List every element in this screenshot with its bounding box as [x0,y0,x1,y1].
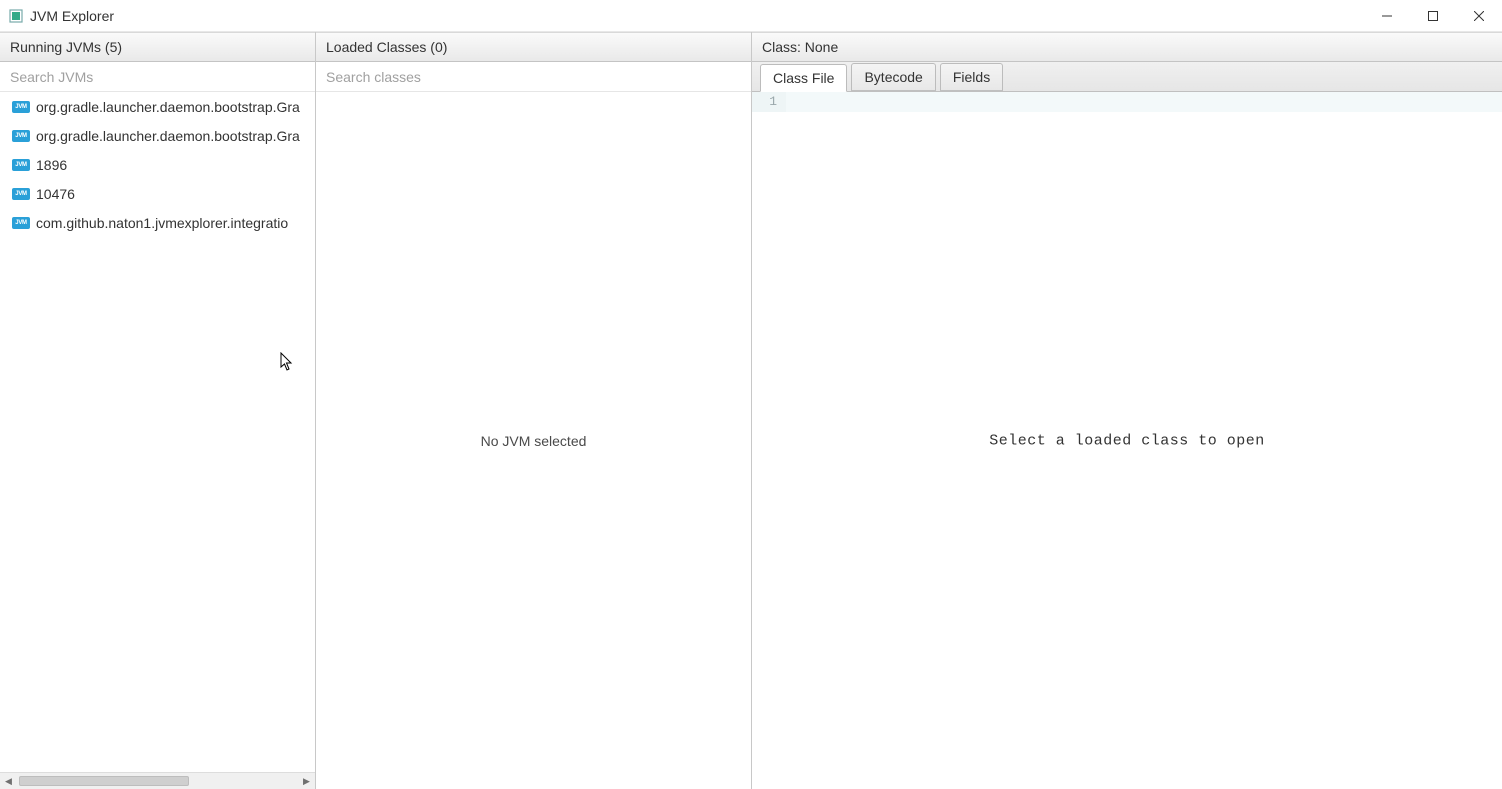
jvm-icon: JVM [12,188,30,200]
tab-fields[interactable]: Fields [940,63,1003,91]
line-number-gutter: 1 [752,92,786,112]
app-icon [8,8,24,24]
detail-panel: Class: None Class File Bytecode Fields 1… [752,32,1502,789]
close-button[interactable] [1456,0,1502,32]
jvm-list-item[interactable]: JVM 1896 [0,150,315,179]
minimize-button[interactable] [1364,0,1410,32]
classes-search-box [316,62,751,92]
jvm-item-label: 1896 [36,157,67,173]
jvm-item-label: 10476 [36,186,75,202]
jvm-item-label: org.gradle.launcher.daemon.bootstrap.Gra [36,99,300,115]
code-area[interactable]: 1 Select a loaded class to open [752,92,1502,789]
jvm-icon: JVM [12,101,30,113]
jvm-list-item[interactable]: JVM com.github.naton1.jvmexplorer.integr… [0,208,315,237]
detail-tab-bar: Class File Bytecode Fields [752,62,1502,92]
scroll-left-button[interactable]: ◀ [0,773,17,789]
window-title: JVM Explorer [30,8,114,24]
jvms-panel: Running JVMs (5) JVM org.gradle.launcher… [0,32,316,789]
classes-panel-header: Loaded Classes (0) [316,32,751,62]
jvms-list[interactable]: JVM org.gradle.launcher.daemon.bootstrap… [0,92,315,772]
jvms-horizontal-scrollbar[interactable]: ◀ ▶ [0,772,315,789]
main-layout: Running JVMs (5) JVM org.gradle.launcher… [0,32,1502,789]
tab-class-file[interactable]: Class File [760,64,847,92]
current-line-highlight [786,92,1502,112]
scroll-thumb[interactable] [19,776,189,786]
jvm-icon: JVM [12,130,30,142]
search-classes-input[interactable] [316,62,751,91]
cursor-icon [280,352,294,375]
detail-panel-header: Class: None [752,32,1502,62]
jvm-list-item[interactable]: JVM org.gradle.launcher.daemon.bootstrap… [0,121,315,150]
tab-bytecode[interactable]: Bytecode [851,63,935,91]
classes-empty-text: No JVM selected [481,433,587,449]
classes-empty-state: No JVM selected [316,92,751,789]
titlebar: JVM Explorer [0,0,1502,32]
jvm-item-label: org.gradle.launcher.daemon.bootstrap.Gra [36,128,300,144]
jvm-icon: JVM [12,217,30,229]
jvm-icon: JVM [12,159,30,171]
jvms-panel-header: Running JVMs (5) [0,32,315,62]
scroll-track[interactable] [17,773,298,789]
maximize-button[interactable] [1410,0,1456,32]
jvm-list-item[interactable]: JVM org.gradle.launcher.daemon.bootstrap… [0,92,315,121]
search-jvms-input[interactable] [0,62,315,91]
jvm-list-item[interactable]: JVM 10476 [0,179,315,208]
jvm-item-label: com.github.naton1.jvmexplorer.integratio [36,215,288,231]
jvms-search-box [0,62,315,92]
classes-panel: Loaded Classes (0) No JVM selected [316,32,752,789]
code-empty-placeholder: Select a loaded class to open [989,432,1265,449]
scroll-right-button[interactable]: ▶ [298,773,315,789]
code-first-line: 1 [752,92,1502,112]
